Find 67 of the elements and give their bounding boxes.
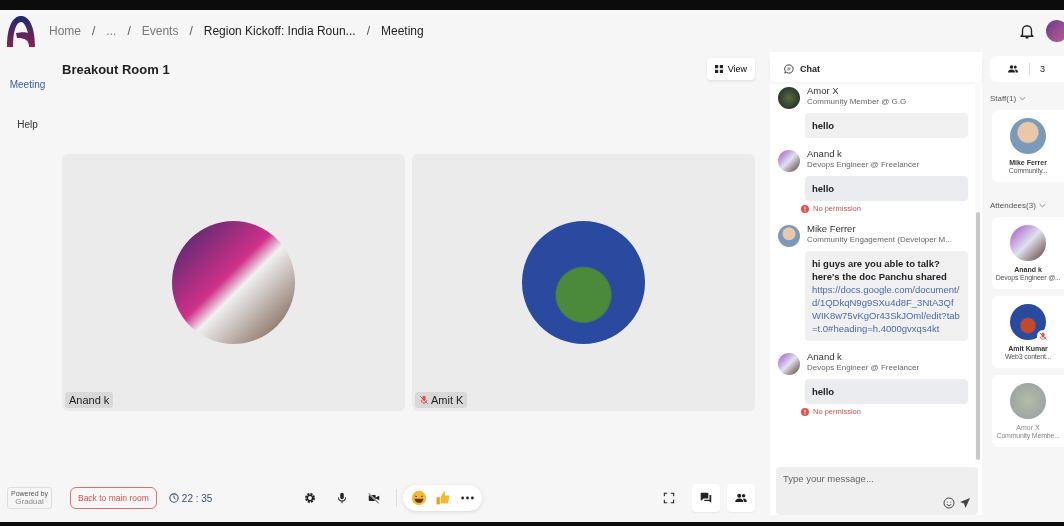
message-text: hi guys are you able to talk? here's the doc Panchu shared	[812, 257, 948, 283]
breadcrumb-link[interactable]: Events	[141, 24, 179, 38]
avatar-photo	[1010, 118, 1046, 154]
breadcrumb-separator: /	[127, 24, 131, 38]
nav-item[interactable]: Meeting	[9, 77, 46, 92]
people-icon	[734, 491, 748, 505]
settings-icon[interactable]	[302, 491, 317, 505]
more-icon[interactable]	[460, 496, 474, 500]
breadcrumb-link[interactable]: Meeting	[380, 24, 424, 38]
room-title: Breakout Room 1	[62, 61, 170, 77]
avatar-photo	[1010, 304, 1046, 340]
participant-name: Anand k	[69, 393, 110, 406]
sender-name: Mike Ferrer	[807, 223, 857, 234]
message-text: hello	[812, 182, 836, 195]
participant-name: Amit K	[431, 393, 464, 406]
section-label: Staff(1)	[990, 94, 1017, 103]
logo-icon[interactable]	[5, 14, 37, 48]
message-text: hello	[812, 385, 836, 398]
participant-count-card[interactable]: 3	[990, 56, 1064, 82]
sender-role: Community Engagement (Developer M...	[807, 235, 952, 244]
message-link[interactable]: https://docs.google.com/document/d/1QDkqN9g9SXu4d8F_3NtA3QfWIK8w75vKgOr43SkJOml/edit?tab=t.0#heading=h.4000gvxqs4kt	[812, 283, 961, 335]
avatar-photo	[1010, 225, 1046, 261]
sender-role: Devops Engineer @ Freelancer	[807, 160, 920, 169]
user-avatar[interactable]	[1046, 20, 1064, 42]
avatar-photo	[778, 225, 800, 247]
avatar-photo	[778, 150, 800, 172]
grid-icon	[714, 65, 723, 73]
message-text: hello	[812, 119, 836, 132]
avatar-photo	[1010, 383, 1046, 419]
error-icon	[801, 407, 809, 416]
sender-role: Community Member @ G.G	[807, 97, 907, 106]
brand-name: Gradual	[15, 497, 44, 506]
breadcrumb-link[interactable]: ...	[106, 24, 117, 38]
avatar-photo	[778, 353, 800, 375]
bell-icon[interactable]	[1018, 22, 1036, 40]
laughing-face-icon[interactable]	[410, 490, 427, 506]
nav-item[interactable]: Help	[17, 117, 38, 132]
chat-title: Chat	[800, 64, 820, 74]
view-button[interactable]: View	[706, 58, 755, 80]
message-input-field[interactable]: Type your message...	[783, 473, 971, 484]
section-label: Attendees(3)	[990, 201, 1036, 210]
smiley-icon[interactable]	[943, 497, 955, 509]
sender-name: Anand k	[807, 351, 843, 362]
sender-name: Amor X	[807, 85, 840, 96]
sender-role: Devops Engineer @ Freelancer	[807, 363, 920, 372]
fullscreen-icon[interactable]	[662, 491, 676, 505]
participant-count: 3	[1040, 64, 1045, 74]
clock-icon	[168, 493, 179, 503]
breadcrumb-separator: /	[92, 24, 96, 38]
thumbs-up-icon[interactable]	[434, 490, 451, 506]
breadcrumb-separator: /	[189, 24, 193, 38]
chat-toggle-button[interactable]	[692, 484, 720, 512]
chat-bubbles-icon	[699, 491, 713, 505]
meeting-timer: 22 : 35	[181, 492, 213, 504]
breadcrumb-link[interactable]: Home	[49, 24, 81, 38]
error-icon	[801, 204, 809, 213]
breadcrumb-link[interactable]: Region Kickoff: India Roun...	[203, 24, 356, 38]
speech-bubble-icon	[784, 64, 794, 74]
send-icon[interactable]	[959, 497, 971, 509]
back-to-main-room-button[interactable]: Back to main room	[69, 487, 157, 509]
breadcrumb-separator: /	[366, 24, 370, 38]
camera-off-icon[interactable]	[366, 491, 381, 505]
people-icon	[1007, 63, 1019, 75]
sender-name: Anand k	[807, 148, 843, 159]
participants-toggle-button[interactable]	[727, 484, 755, 512]
scrollbar[interactable]	[975, 82, 981, 464]
avatar-photo	[778, 87, 800, 109]
